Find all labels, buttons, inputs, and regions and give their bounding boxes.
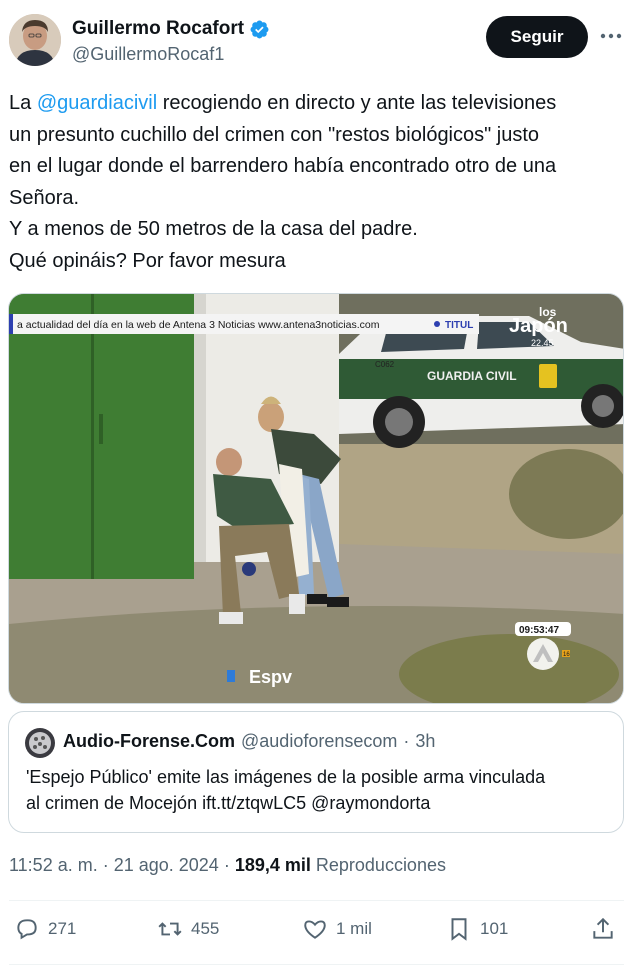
tweet-text: La @guardiacivil recogiendo en directo y… [9, 88, 629, 277]
quoted-line: al crimen de Mocejón ift.tt/ztqwLC5 @ray… [26, 793, 431, 813]
news-ticker: a actualidad del día en la web de Antena… [17, 319, 380, 331]
like-count: 1 mil [336, 919, 372, 938]
quoted-header: Audio-Forense.Com @audioforensecom · 3h [63, 731, 435, 752]
broadcast-clock: 09:53:47 [519, 625, 559, 636]
tweet-line: un presunto cuchillo del crimen con "res… [9, 123, 540, 146]
like-button[interactable]: 1 mil [302, 916, 372, 942]
bookmark-count: 101 [480, 919, 509, 938]
tweet-line: Y a menos de 50 metros de la casa del pa… [9, 218, 418, 240]
repost-button[interactable]: 455 [157, 916, 219, 942]
repost-icon [158, 922, 182, 936]
repost-count: 455 [191, 919, 220, 938]
video-frame: GUARDIA CIVIL C062 a actualidad del día … [9, 294, 623, 703]
tweet-header: Guillermo Rocafort @GuillermoRocaf1 Segu… [0, 0, 633, 80]
quoted-separator: · [403, 731, 410, 751]
quoted-avatar-image [25, 728, 55, 758]
tweet-text-segment: recogiendo en directo y ante las televis… [157, 92, 557, 114]
tweet-time[interactable]: 11:52 a. m. [9, 855, 98, 876]
channel-logo: Japón [509, 315, 568, 337]
author-handle[interactable]: @GuillermoRocaf1 [72, 44, 224, 65]
share-button[interactable] [590, 916, 616, 942]
tweet-line: en el lugar donde el barrendero había en… [9, 155, 557, 177]
verified-badge-icon [250, 20, 269, 38]
ticker-tag: TITUL [445, 320, 473, 331]
more-options-icon [600, 33, 622, 39]
vehicle-plate: C062 [375, 360, 395, 369]
author-name[interactable]: Guillermo Rocafort [72, 18, 244, 40]
bookmark-button[interactable]: 101 [446, 916, 508, 942]
tweet-text-segment: La [9, 92, 37, 114]
share-icon [593, 917, 613, 939]
follow-button[interactable]: Seguir [486, 16, 588, 58]
tweet-line: Qué opináis? Por favor mesura [9, 249, 286, 272]
bookmark-icon [451, 918, 467, 941]
program-logo: Espv [249, 667, 292, 687]
action-bar: 271 455 1 mil 101 [0, 900, 633, 964]
divider-bottom [9, 964, 624, 965]
antena3-logo-icon [527, 638, 559, 670]
reply-icon [17, 919, 37, 940]
age-rating: 16 [563, 652, 570, 658]
author-avatar-image [9, 14, 61, 66]
tweet-date[interactable]: 21 ago. 2024 [114, 855, 219, 876]
tweet-line: Señora. [9, 186, 80, 209]
tweet-line: La @guardiacivil recogiendo en directo y… [9, 88, 629, 120]
quoted-author-handle[interactable]: @audioforensecom [241, 731, 397, 752]
tweet-meta: 11:52 a. m. · 21 ago. 2024 · 189,4 mil R… [9, 855, 446, 876]
quoted-line: 'Espejo Público' emite las imágenes de l… [26, 767, 546, 787]
author-avatar[interactable] [9, 14, 61, 66]
reply-count: 271 [48, 919, 77, 938]
quoted-tweet[interactable]: Audio-Forense.Com @audioforensecom · 3h … [8, 711, 624, 833]
meta-separator: · [102, 855, 109, 875]
reply-button[interactable]: 271 [14, 916, 76, 942]
more-options-button[interactable] [597, 24, 625, 48]
quoted-timestamp[interactable]: 3h [415, 731, 435, 752]
meta-separator: · [223, 855, 230, 875]
vehicle-text: GUARDIA CIVIL [427, 369, 517, 383]
like-icon [304, 920, 326, 939]
tweet-video[interactable]: GUARDIA CIVIL C062 a actualidad del día … [8, 293, 624, 704]
quoted-author-name[interactable]: Audio-Forense.Com [63, 731, 235, 752]
quoted-text: 'Espejo Público' emite las imágenes de l… [26, 764, 616, 816]
view-count: 189,4 mil [234, 855, 311, 875]
author-name-row: Guillermo Rocafort [72, 18, 270, 40]
view-label: Reproducciones [315, 855, 446, 875]
quoted-author-avatar[interactable] [25, 728, 55, 758]
mention-link[interactable]: @guardiacivil [37, 92, 157, 114]
channel-time: 22.45 [531, 338, 554, 348]
